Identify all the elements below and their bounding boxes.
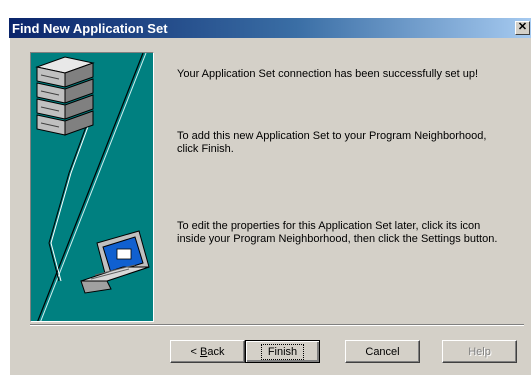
- back-label: < Back: [190, 345, 225, 358]
- close-button[interactable]: ✕: [515, 21, 530, 35]
- close-icon: ✕: [517, 21, 528, 33]
- success-message: Your Application Set connection has been…: [177, 68, 479, 80]
- finish-label: Finish: [260, 343, 305, 360]
- window-title: Find New Application Set: [12, 20, 168, 36]
- cancel-label: Cancel: [365, 345, 400, 358]
- title-bar[interactable]: Find New Application Set ✕: [9, 18, 531, 38]
- finish-instruction: To add this new Application Set to your …: [177, 130, 487, 155]
- laptop-icon: [80, 230, 150, 294]
- server-icon: [35, 56, 95, 136]
- settings-instruction: To edit the properties for this Applicat…: [177, 220, 498, 245]
- finish-button[interactable]: Finish: [245, 340, 320, 363]
- wizard-illustration: [30, 52, 154, 322]
- help-label: Help: [468, 345, 491, 358]
- server-laptop-illustration: [35, 53, 150, 321]
- back-button[interactable]: < Back: [170, 340, 245, 363]
- cancel-button[interactable]: Cancel: [345, 340, 420, 363]
- help-button: Help: [442, 340, 517, 363]
